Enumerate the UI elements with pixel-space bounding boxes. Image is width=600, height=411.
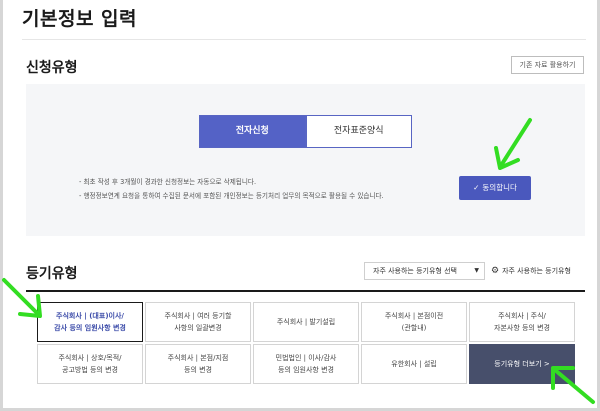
- registration-type-option[interactable]: 주식회사 | 여러 등기할 사항의 일괄변경: [145, 302, 251, 342]
- caret-down-icon: ▼: [474, 267, 479, 274]
- more-registration-types-label: 등기유형 더보기 >: [494, 360, 550, 368]
- registration-type-label: 민법법인 | 이사/감사 등의 임원사항 변경: [275, 354, 337, 374]
- check-icon: ✓: [473, 183, 480, 192]
- registration-type-option[interactable]: 주식회사 | 발기설립: [253, 302, 359, 342]
- frequent-type-settings[interactable]: ⚙ 자주 사용하는 등기유형: [491, 263, 571, 279]
- registration-type-option[interactable]: 주식회사 | (대표)이사/ 감사 등의 임원사항 변경: [37, 302, 143, 342]
- notice-line-1: - 최초 작성 후 3개월이 경과한 신청정보는 자동으로 삭제됩니다.: [79, 178, 257, 186]
- annotation-arrow-icon: [551, 366, 595, 404]
- application-type-tabs: 전자신청 전자표준양식: [199, 115, 412, 148]
- registration-type-option[interactable]: 주식회사 | 본점/지점 등의 변경: [145, 344, 251, 384]
- registration-type-label: 주식회사 | 발기설립: [276, 318, 336, 326]
- agree-button[interactable]: ✓ 동의합니다: [459, 176, 531, 200]
- registration-type-option[interactable]: 유한회사 | 설립: [361, 344, 467, 384]
- annotation-arrow-icon: [494, 118, 532, 170]
- notice-line-2: - 행정정보연계 요청을 통하여 수집된 문서에 포함된 개인정보는 등기처리 …: [79, 192, 384, 200]
- registration-type-label: 유한회사 | 설립: [391, 360, 437, 368]
- tab-electronic-standard-form[interactable]: 전자표준양식: [305, 115, 412, 148]
- registration-type-label: 주식회사 | 본점/지점 등의 변경: [167, 354, 229, 374]
- frequent-type-select[interactable]: 자주 사용하는 등기유형 선택 ▼: [364, 262, 485, 280]
- frequent-type-select-label: 자주 사용하는 등기유형 선택: [373, 267, 457, 275]
- title-divider: [22, 39, 586, 40]
- registration-type-option[interactable]: 주식회사 | 주식/ 자본사항 등의 변경: [469, 302, 575, 342]
- registration-type-option[interactable]: 민법법인 | 이사/감사 등의 임원사항 변경: [253, 344, 359, 384]
- section-title-application-type: 신청유형: [26, 60, 78, 76]
- notice-text: - 최초 작성 후 3개월이 경과한 신청정보는 자동으로 삭제됩니다. - 행…: [79, 175, 459, 203]
- registration-type-label: 주식회사 | 여러 등기할 사항의 일괄변경: [164, 312, 232, 332]
- registration-type-option[interactable]: 주식회사 | 본점이전 (관할내): [361, 302, 467, 342]
- registration-type-option[interactable]: 주식회사 | 상호/목적/ 공고방법 등의 변경: [37, 344, 143, 384]
- registration-type-label: 주식회사 | 주식/ 자본사항 등의 변경: [494, 312, 550, 332]
- frequent-type-settings-label: 자주 사용하는 등기유형: [502, 267, 571, 275]
- registration-type-label: 주식회사 | (대표)이사/ 감사 등의 임원사항 변경: [54, 312, 126, 332]
- registration-type-label: 주식회사 | 상호/목적/ 공고방법 등의 변경: [58, 354, 122, 374]
- registration-type-label: 주식회사 | 본점이전 (관할내): [384, 312, 444, 332]
- section-divider: [26, 290, 585, 292]
- gear-icon: ⚙: [491, 266, 500, 276]
- agree-button-label: 동의합니다: [482, 183, 517, 192]
- registration-type-grid: 주식회사 | (대표)이사/ 감사 등의 임원사항 변경 주식회사 | 여러 등…: [37, 302, 575, 384]
- annotation-arrow-icon: [2, 278, 42, 318]
- tab-electronic-application[interactable]: 전자신청: [199, 115, 306, 148]
- use-existing-data-button[interactable]: 기존 자료 활용하기: [511, 56, 584, 74]
- page-title: 기본정보 입력: [22, 8, 137, 30]
